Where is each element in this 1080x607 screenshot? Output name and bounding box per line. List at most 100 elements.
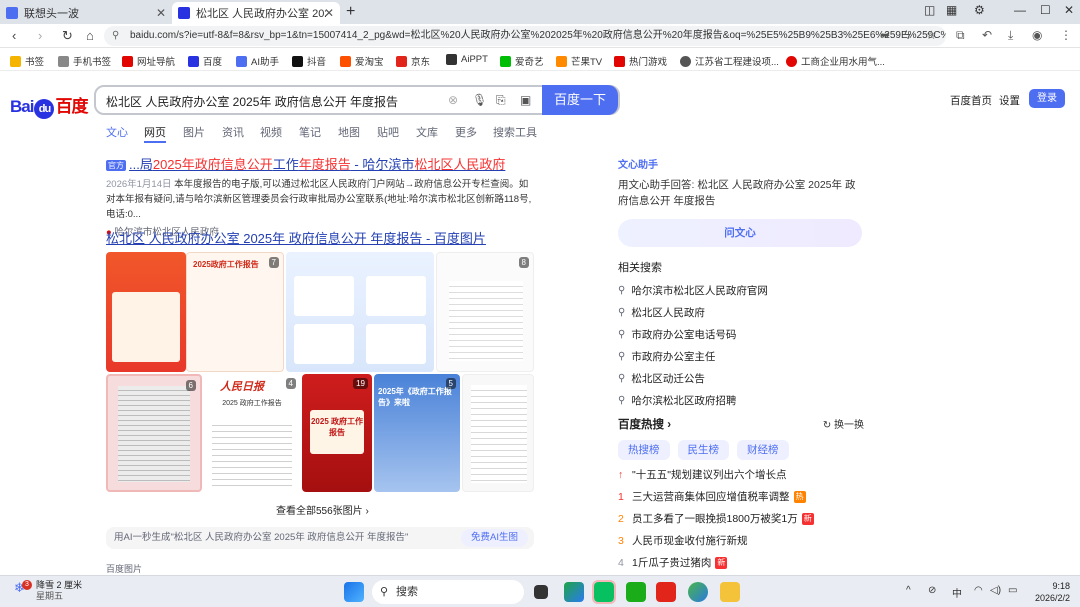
bookmark-item[interactable]: 网址导航 — [122, 54, 175, 68]
ai-image-button[interactable]: 免费AI生图 — [461, 529, 528, 547]
wifi-icon[interactable]: ◠ — [974, 585, 983, 596]
close-icon[interactable]: ✕ — [156, 6, 166, 20]
extensions-icon[interactable]: ⚙ — [974, 3, 985, 17]
see-all-images-link[interactable]: 查看全部556张图片 › — [276, 502, 369, 517]
avatar[interactable]: ◉ — [1032, 28, 1042, 42]
menu-icon[interactable]: ⋮ — [1060, 28, 1072, 42]
search-input[interactable]: 松北区 人民政府办公室 2025年 政府信息公开 年度报告 — [106, 93, 398, 110]
tab-more[interactable]: 更多 — [455, 124, 477, 140]
hot-item[interactable]: 3 人民币现金收付施行新规 — [618, 533, 864, 548]
bookmark-item[interactable]: 爱奇艺 — [500, 54, 544, 68]
tab-wenxin[interactable]: 文心 — [106, 124, 128, 140]
puzzle-icon[interactable]: ⧉ — [956, 28, 965, 43]
bookmark-item[interactable]: 书签 — [10, 54, 44, 68]
lightning-icon[interactable]: ϟ — [904, 28, 910, 42]
taskbar-search[interactable]: ⚲ 搜索 — [372, 580, 524, 604]
image-thumbnail[interactable]: 2025政府工作报告 7 — [186, 252, 284, 372]
bookmark-item[interactable]: 江苏省工程建设项... — [680, 54, 779, 68]
image-thumbnail[interactable]: 6 — [106, 374, 202, 492]
task-view-icon[interactable] — [534, 585, 548, 599]
tab-images[interactable]: 图片 — [183, 124, 205, 140]
chevron-up-icon[interactable]: ^ — [906, 585, 911, 596]
image-source[interactable]: 百度图片 — [106, 562, 142, 575]
forward-icon[interactable]: › — [38, 28, 42, 43]
tab-video[interactable]: 视频 — [260, 124, 282, 140]
image-thumbnail[interactable] — [286, 252, 434, 372]
related-item[interactable]: ⚲ 市政府办公室主任 — [618, 349, 862, 363]
related-item[interactable]: ⚲ 哈尔滨市松北区人民政府官网 — [618, 283, 862, 297]
baidu-logo[interactable]: Bai du 百度 — [10, 92, 88, 119]
network-off-icon[interactable]: ⊘ — [928, 585, 936, 596]
bookmark-item[interactable]: AI助手 — [236, 54, 279, 68]
image-thumbnail[interactable]: 2025 政府工作报告 19 — [302, 374, 372, 492]
back-icon[interactable]: ‹ — [12, 28, 16, 43]
tab-2[interactable]: 松北区 人民政府办公室 2025年 政 ✕ — [172, 2, 340, 24]
volume-icon[interactable]: ◁) — [990, 585, 1001, 596]
settings-link[interactable]: 设置 — [999, 93, 1020, 108]
login-button[interactable]: 登录 — [1029, 89, 1065, 108]
home-icon[interactable]: ⌂ — [86, 28, 94, 43]
tab-search-tools[interactable]: 搜索工具 — [493, 124, 537, 140]
ask-wenxin-button[interactable]: 问文心 — [618, 219, 862, 247]
sidebar-icon[interactable]: ◫ — [924, 3, 935, 17]
browser-icon[interactable] — [688, 582, 708, 602]
tab-finance[interactable]: 财经榜 — [737, 440, 789, 460]
bookmark-item[interactable]: 手机书签 — [58, 54, 111, 68]
tab-hot[interactable]: 热搜榜 — [618, 440, 670, 460]
tab-tieba[interactable]: 贴吧 — [377, 124, 399, 140]
reload-icon[interactable]: ↻ — [62, 28, 73, 44]
url-field[interactable]: baidu.com/s?ie=utf-8&f=8&rsv_bp=1&tn=150… — [104, 26, 946, 46]
tab-web[interactable]: 网页 — [144, 124, 166, 143]
image-thumbnail[interactable]: 2025年《政府工作报告》来啦 5 — [374, 374, 460, 492]
star-icon[interactable]: ☆ — [926, 28, 937, 42]
start-icon[interactable] — [344, 582, 364, 602]
tab-notes[interactable]: 笔记 — [299, 124, 321, 140]
bookmark-item[interactable]: 热门游戏 — [614, 54, 667, 68]
tab-map[interactable]: 地图 — [338, 124, 360, 140]
bookmark-item[interactable]: 芒果TV — [556, 54, 602, 68]
file-explorer-icon[interactable] — [720, 582, 740, 602]
edge-icon[interactable] — [564, 582, 584, 602]
tab-livelihood[interactable]: 民生榜 — [677, 440, 729, 460]
window-close-icon[interactable]: ✕ — [1064, 3, 1074, 17]
tab-wenku[interactable]: 文库 — [416, 124, 438, 140]
image-thumbnail[interactable] — [106, 252, 186, 372]
related-item[interactable]: ⚲ 松北区动迁公告 — [618, 371, 862, 385]
related-item[interactable]: ⚲ 松北区人民政府 — [618, 305, 862, 319]
clock[interactable]: 9:18 2026/2/2 — [1028, 580, 1070, 604]
close-icon[interactable]: ✕ — [324, 6, 334, 20]
bookmark-item[interactable]: 爱淘宝 — [340, 54, 384, 68]
search-button[interactable]: 百度一下 — [542, 85, 618, 115]
tab-news[interactable]: 资讯 — [222, 124, 244, 140]
hot-item[interactable]: 4 1斤瓜子贵过猪肉新 — [618, 555, 864, 570]
related-item[interactable]: ⚲ 哈尔滨松北区政府招聘 — [618, 393, 862, 407]
attach-icon[interactable]: ⎘ — [496, 93, 506, 108]
site-info-icon[interactable]: ⚲ — [112, 30, 119, 41]
related-item[interactable]: ⚲ 市政府办公室电话号码 — [618, 327, 862, 341]
battery-icon[interactable]: ▭ — [1008, 585, 1017, 596]
clear-icon[interactable]: ⊗ — [448, 93, 458, 107]
refresh-button[interactable]: ↻ 换一换 — [823, 416, 864, 431]
bookmark-item[interactable]: 抖音 — [292, 54, 326, 68]
minimize-icon[interactable]: — — [1014, 3, 1026, 17]
wechat-icon[interactable] — [592, 580, 616, 604]
voice-icon[interactable]: 🎙 — [472, 93, 487, 107]
result-title-link[interactable]: 官方 ...局2025年政府信息公开工作年度报告 - 哈尔滨市松北区人民政府 — [106, 154, 536, 173]
undo-icon[interactable]: ↶ — [982, 28, 992, 42]
share-icon[interactable]: ➦ — [880, 28, 890, 42]
bookmark-item[interactable]: 工商企业用水用气... — [786, 54, 885, 68]
baidu-home-link[interactable]: 百度首页 — [950, 93, 992, 108]
bookmark-item[interactable]: 京东 — [396, 54, 430, 68]
ime-indicator[interactable]: 中 — [952, 585, 962, 600]
weather-widget[interactable]: ❄ 3 降雪 2 厘米 星期五 — [14, 580, 82, 602]
hot-item[interactable]: ↑ "十五五"规划建议列出六个增长点 — [618, 467, 864, 482]
image-result-title-link[interactable]: 松北区 人民政府办公室 2025年 政府信息公开 年度报告 - 百度图片 — [106, 228, 486, 247]
chat-icon[interactable] — [626, 582, 646, 602]
wps-icon[interactable] — [656, 582, 676, 602]
maximize-icon[interactable]: ☐ — [1040, 3, 1051, 17]
hot-item[interactable]: 2 员工多看了一眼挽损1800万被奖1万新 — [618, 511, 864, 526]
camera-icon[interactable]: ▣ — [520, 93, 531, 107]
image-thumbnail[interactable]: 8 — [436, 252, 534, 372]
new-tab-icon[interactable]: + — [346, 3, 355, 21]
tab-search-icon[interactable]: ▦ — [946, 3, 957, 17]
